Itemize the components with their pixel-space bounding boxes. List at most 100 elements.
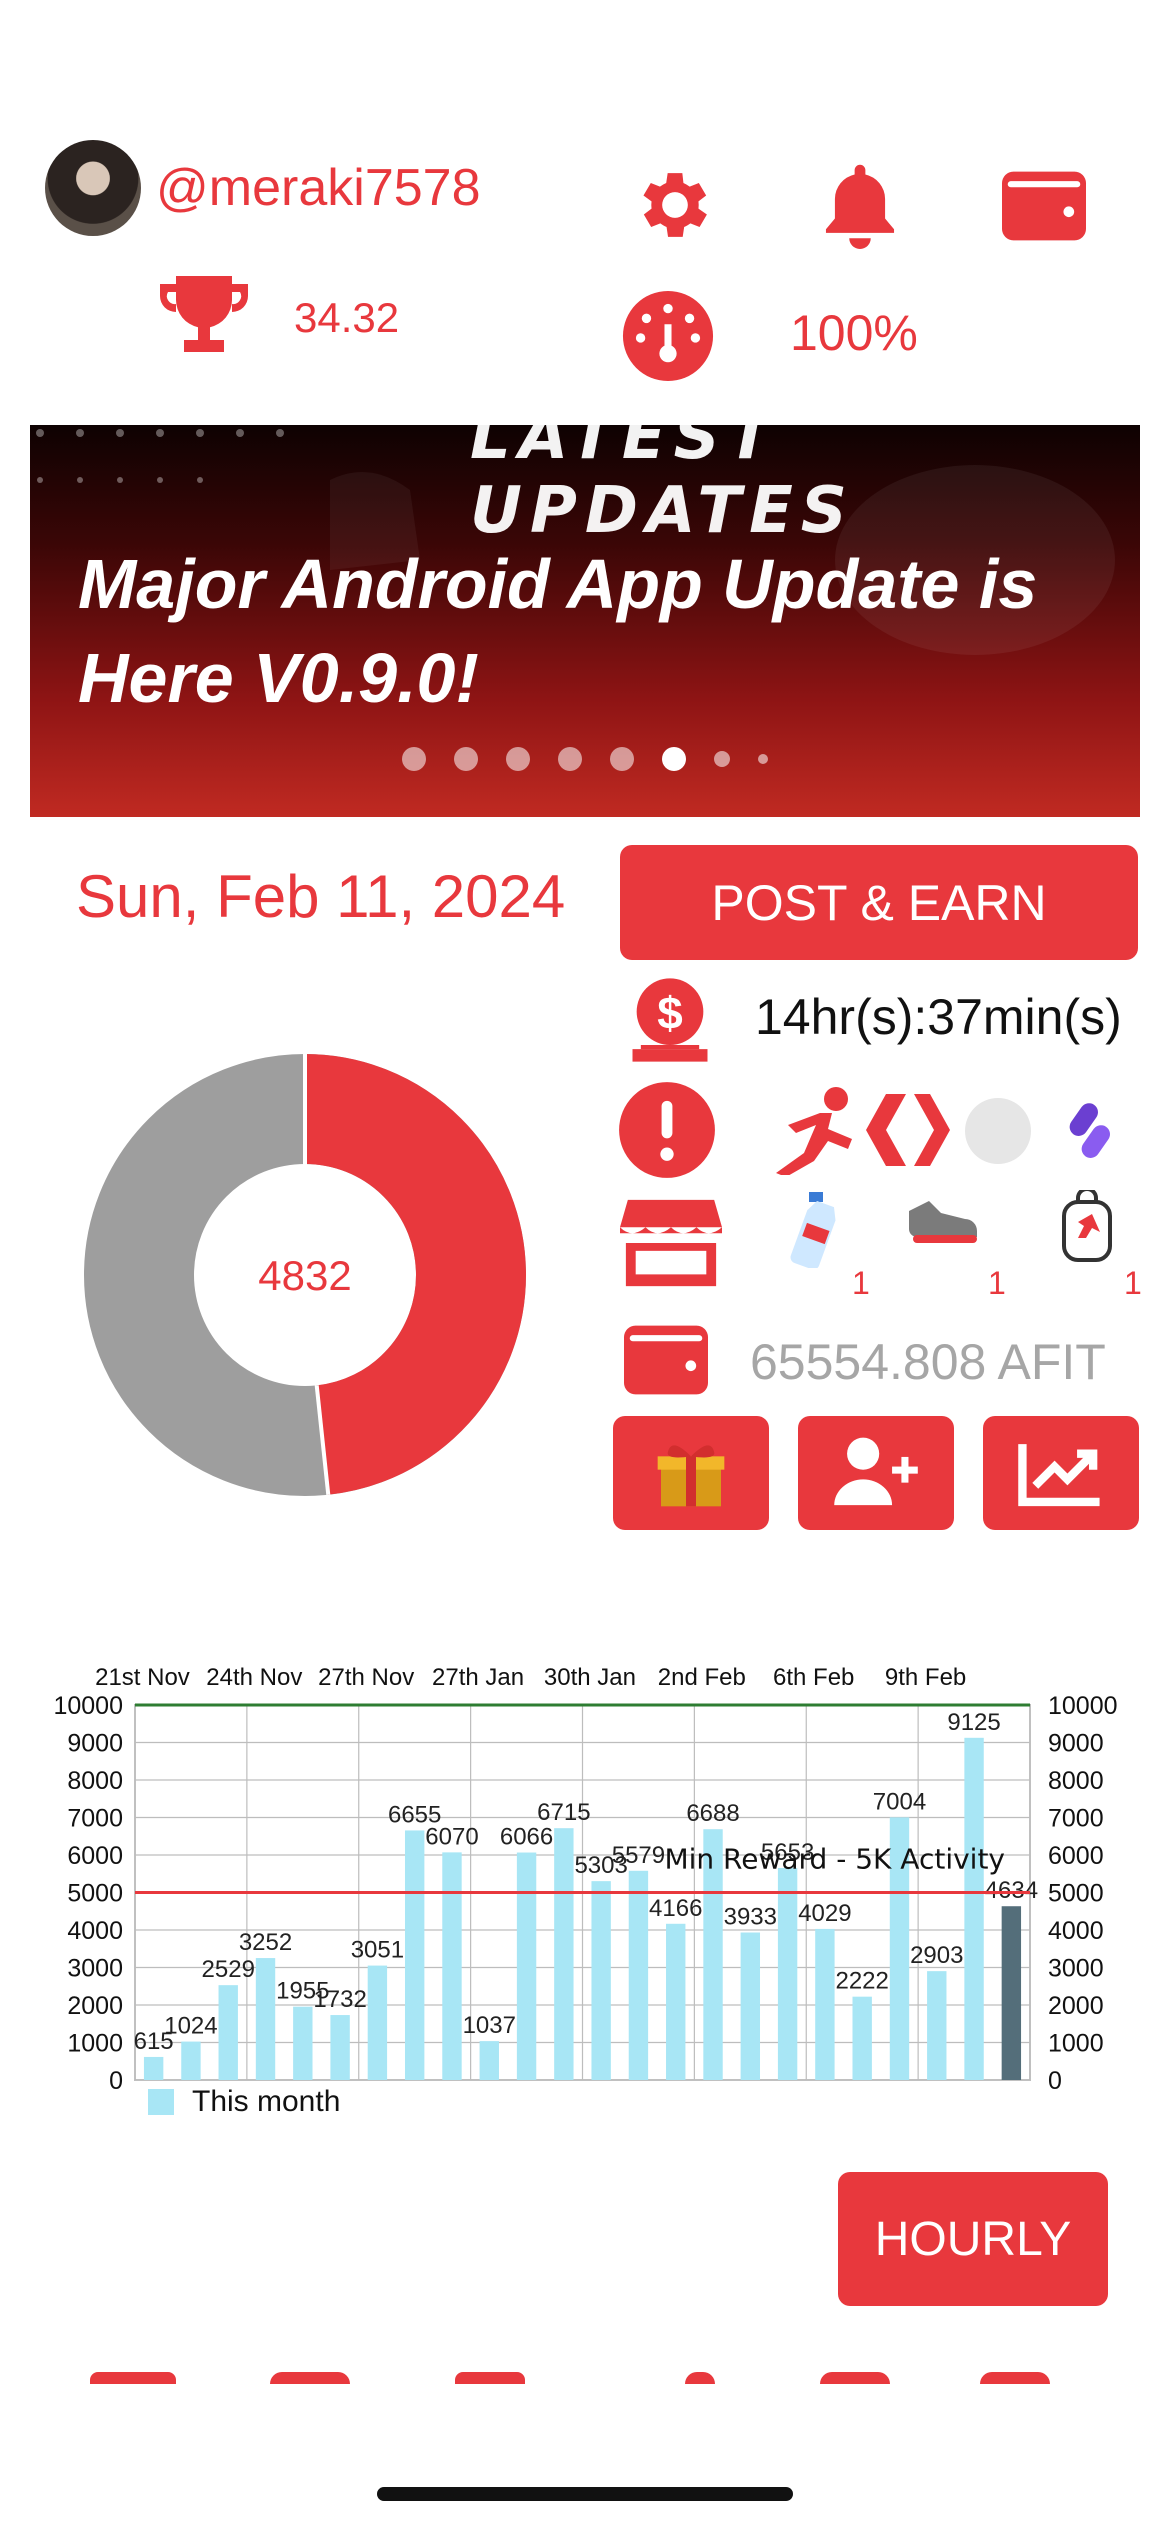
x-tick-label: 30th Jan (544, 1664, 636, 1691)
bar-value-label: 2222 (835, 1968, 888, 1995)
x-tick-label: 6th Feb (773, 1664, 854, 1691)
y-tick-label-left: 1000 (67, 2030, 123, 2058)
bar-value-label: 4634 (985, 1877, 1038, 1904)
carousel-dot[interactable] (402, 747, 426, 771)
bar-value-label: 6715 (537, 1799, 590, 1826)
bar-value-label: 4029 (798, 1900, 851, 1927)
bar (516, 1852, 537, 2080)
bar-value-label: 4166 (649, 1895, 702, 1922)
stats-button[interactable] (983, 1416, 1139, 1530)
bottom-nav-peek (270, 2372, 350, 2384)
bar-value-label: 1732 (313, 1986, 366, 2013)
bar (255, 1958, 276, 2080)
bottom-nav-peek (980, 2372, 1050, 2384)
x-tick-label: 2nd Feb (658, 1664, 746, 1691)
bar (181, 2041, 201, 2080)
token-logo-inactive[interactable] (965, 1098, 1031, 1164)
carousel-dot[interactable] (454, 747, 478, 771)
bar (815, 1928, 835, 2080)
carousel-dot-active[interactable] (662, 747, 686, 771)
y-tick-label-left: 10000 (53, 1692, 123, 1720)
bar-value-label: 2903 (910, 1942, 963, 1969)
bar-value-label: 1024 (164, 2013, 217, 2040)
carousel-dot[interactable] (714, 751, 730, 767)
bar (628, 1870, 649, 2080)
x-tick-label: 27th Jan (432, 1664, 524, 1691)
bell-icon (825, 164, 895, 249)
alert-button[interactable] (617, 1080, 717, 1180)
water-bottle-item[interactable] (785, 1190, 845, 1270)
token-logo[interactable] (1065, 1095, 1115, 1165)
y-tick-label-right: 0 (1048, 2067, 1062, 2095)
gift-icon (657, 1445, 725, 1507)
notifications-button[interactable] (815, 158, 905, 254)
carousel-dots[interactable] (30, 747, 1140, 771)
hive-logo[interactable] (862, 1090, 954, 1170)
activity-bar-chart: 0 0 1000 1000 2000 2000 3000 3000 4000 4000 5000 50… (53, 1664, 1117, 2095)
runner-logo[interactable] (760, 1085, 860, 1177)
updates-banner[interactable]: LATEST UPDATES Major Android App Update … (30, 425, 1140, 817)
runner-icon (776, 1087, 852, 1177)
y-tick-label-right: 7000 (1048, 1805, 1104, 1833)
bar (330, 2015, 350, 2080)
post-earn-button[interactable]: POST & EARN (620, 845, 1138, 960)
banner-title: Major Android App Update is Here V0.9.0! (78, 545, 1038, 717)
y-tick-label-right: 1000 (1048, 2030, 1104, 2058)
gift-button[interactable] (613, 1416, 769, 1530)
earnings-icon-button[interactable]: $ (620, 970, 720, 1070)
bar (852, 1996, 872, 2080)
hourly-button[interactable]: HOURLY (838, 2172, 1108, 2306)
bar-value-label: 6070 (425, 1823, 478, 1850)
wallet-balance-button[interactable] (620, 1318, 712, 1402)
y-tick-label-left: 4000 (67, 1917, 123, 1945)
bar (442, 1852, 462, 2080)
bar-value-label: 7004 (873, 1788, 926, 1815)
home-indicator (377, 2487, 793, 2501)
bar-value-label: 3933 (724, 1904, 777, 1931)
y-tick-label-right: 2000 (1048, 1992, 1104, 2020)
backpack-item[interactable] (1058, 1187, 1116, 1262)
bar-value-label: 5579 (612, 1842, 665, 1869)
bar-value-label: 3252 (239, 1929, 292, 1956)
shop-button[interactable] (620, 1195, 722, 1291)
x-tick-label: 9th Feb (885, 1664, 966, 1691)
gauge-indicator (620, 288, 716, 384)
item-count: 1 (852, 1265, 870, 1301)
trophy-value: 34.32 (294, 294, 400, 341)
settings-button[interactable] (630, 160, 720, 250)
bottom-nav-peek (685, 2372, 715, 2384)
wallet-icon (1002, 171, 1086, 241)
y-tick-label-right: 5000 (1048, 1880, 1104, 1908)
bar-value-label: 9125 (947, 1709, 1000, 1736)
wallet-button[interactable] (998, 164, 1090, 248)
bottom-nav-peek (90, 2372, 176, 2384)
username[interactable]: @meraki7578 (156, 158, 481, 218)
earning-timer: 14hr(s):37min(s) (755, 989, 1122, 1045)
y-tick-label-left: 7000 (67, 1805, 123, 1833)
speed-percent: 100% (790, 305, 918, 361)
y-tick-label-right: 4000 (1048, 1917, 1104, 1945)
shoe-item[interactable] (905, 1195, 983, 1251)
legend-label: This month (192, 2085, 341, 2118)
activity-donut: 4832 (84, 1054, 526, 1496)
carousel-dot[interactable] (610, 747, 634, 771)
bar (218, 1985, 238, 2080)
bar (740, 1932, 761, 2080)
bar (143, 2056, 164, 2080)
shop-icon (620, 1199, 722, 1287)
add-friend-button[interactable] (798, 1416, 954, 1530)
carousel-dot[interactable] (506, 747, 530, 771)
avatar[interactable] (45, 140, 141, 236)
bar (479, 2041, 499, 2080)
item-count: 1 (988, 1265, 1006, 1301)
bar (404, 1830, 425, 2080)
y-tick-label-left: 6000 (67, 1842, 123, 1870)
carousel-dot[interactable] (758, 754, 768, 764)
chart-legend: This month (148, 2085, 340, 2119)
token-icon (1069, 1103, 1110, 1158)
wallet-icon (624, 1325, 708, 1395)
exclamation-icon (619, 1082, 715, 1178)
x-tick-label: 27th Nov (318, 1664, 414, 1691)
bar (367, 1965, 388, 2080)
carousel-dot[interactable] (558, 747, 582, 771)
